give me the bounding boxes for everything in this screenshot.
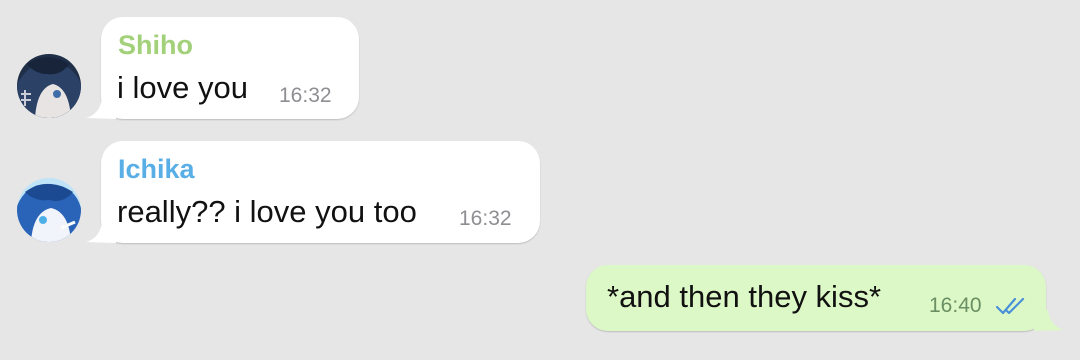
message-text: i love you — [117, 70, 248, 105]
double-check-icon — [995, 297, 1025, 315]
ichika-avatar-icon — [17, 178, 81, 242]
message-text: really?? i love you too — [117, 194, 417, 229]
sender-name[interactable]: Ichika — [118, 154, 195, 185]
shiho-avatar-icon — [17, 54, 81, 118]
bubble-tail — [1034, 310, 1064, 331]
avatar[interactable] — [17, 54, 81, 118]
message-text: *and then they kiss* — [607, 279, 882, 314]
message-timestamp: 16:40 — [929, 294, 982, 317]
message-timestamp: 16:32 — [279, 84, 332, 107]
avatar[interactable] — [17, 178, 81, 242]
bubble-tail — [86, 98, 116, 119]
message-timestamp: 16:32 — [459, 207, 512, 230]
bubble-tail — [86, 222, 116, 243]
sender-name[interactable]: Shiho — [118, 30, 193, 61]
